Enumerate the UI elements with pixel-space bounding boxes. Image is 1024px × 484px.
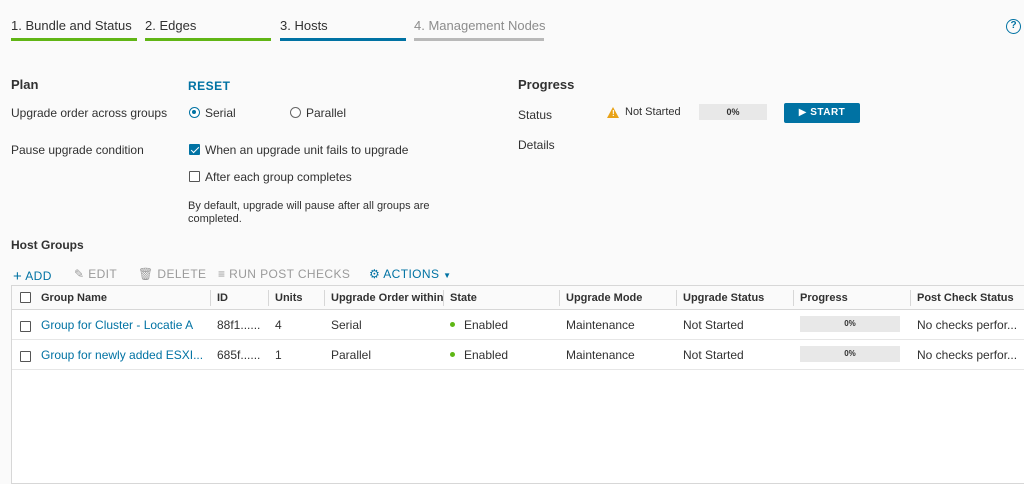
trash-icon: 🗑 bbox=[138, 267, 154, 281]
group-name-link[interactable]: Group for Cluster - Locatie A bbox=[35, 311, 210, 340]
pause-after-group-checkbox[interactable] bbox=[189, 171, 200, 182]
actions-button[interactable]: ⚙ ACTIONS ▼ bbox=[369, 267, 451, 281]
overall-progress-text: 0% bbox=[726, 107, 740, 117]
pause-condition-label: Pause upgrade condition bbox=[11, 143, 144, 157]
delete-button-label: DELETE bbox=[157, 267, 207, 281]
reset-button[interactable]: RESET bbox=[188, 79, 231, 93]
table-row[interactable]: Group for Cluster - Locatie A 88f1......… bbox=[12, 311, 1024, 340]
group-upgrade-status: Not Started bbox=[683, 348, 744, 362]
run-post-checks-button[interactable]: ≡ RUN POST CHECKS bbox=[218, 267, 350, 281]
start-button-label: START bbox=[810, 107, 846, 118]
status-label: Status bbox=[518, 108, 553, 122]
host-groups-grid: Group Name ID Units Upgrade Order within… bbox=[11, 285, 1024, 484]
group-state: Enabled bbox=[444, 311, 559, 340]
column-state[interactable]: State bbox=[444, 286, 559, 310]
plus-icon: + bbox=[13, 268, 23, 285]
checklist-icon: ≡ bbox=[218, 267, 226, 281]
tab-indicator bbox=[145, 38, 271, 41]
details-label: Details bbox=[518, 138, 555, 152]
question-circle-icon[interactable]: ? bbox=[1006, 19, 1021, 34]
actions-button-label: ACTIONS bbox=[383, 267, 440, 281]
group-mode: Maintenance bbox=[566, 348, 635, 362]
overall-progress-bar: 0% bbox=[699, 104, 767, 120]
column-progress[interactable]: Progress bbox=[794, 286, 910, 310]
tab-indicator bbox=[280, 38, 406, 41]
enabled-status-dot bbox=[450, 352, 455, 358]
plan-title: Plan bbox=[11, 77, 39, 92]
group-post-check-status: No checks perfor... bbox=[917, 318, 1018, 332]
parallel-radio[interactable] bbox=[290, 107, 301, 118]
group-id: 685f...... bbox=[217, 348, 261, 362]
pause-on-failure-label[interactable]: When an upgrade unit fails to upgrade bbox=[205, 143, 408, 157]
serial-radio-label[interactable]: Serial bbox=[205, 106, 236, 120]
group-state: Enabled bbox=[444, 341, 559, 370]
warning-triangle-icon: ! bbox=[607, 107, 619, 118]
group-post-check-status: No checks perfor... bbox=[917, 348, 1018, 362]
group-order: Serial bbox=[331, 318, 362, 332]
pause-on-failure-checkbox[interactable] bbox=[189, 144, 200, 155]
group-id: 88f1...... bbox=[217, 318, 261, 332]
group-units: 1 bbox=[275, 348, 282, 362]
group-progress-text: 0% bbox=[844, 349, 856, 358]
tab-indicator bbox=[414, 38, 544, 41]
tab-label: 4. Management Nodes bbox=[414, 18, 546, 33]
pause-after-group-label[interactable]: After each group completes bbox=[205, 170, 352, 184]
progress-title: Progress bbox=[518, 77, 575, 92]
column-upgrade-status[interactable]: Upgrade Status bbox=[677, 286, 793, 310]
edit-button[interactable]: ✎ EDIT bbox=[74, 267, 117, 281]
group-progress-bar: 0% bbox=[800, 316, 900, 332]
play-icon: ▶ bbox=[798, 107, 807, 118]
tab-edges[interactable]: 2. Edges bbox=[145, 18, 271, 42]
serial-radio[interactable] bbox=[189, 107, 200, 118]
add-button[interactable]: + ADD bbox=[13, 267, 52, 285]
add-button-label: ADD bbox=[25, 269, 52, 283]
upgrade-order-label: Upgrade order across groups bbox=[11, 106, 168, 120]
column-upgrade-order[interactable]: Upgrade Order within bbox=[325, 286, 443, 310]
pencil-icon: ✎ bbox=[74, 267, 85, 281]
delete-button[interactable]: 🗑 DELETE bbox=[138, 267, 206, 281]
select-all-checkbox[interactable] bbox=[20, 292, 31, 303]
host-groups-title: Host Groups bbox=[11, 238, 84, 252]
group-upgrade-status: Not Started bbox=[683, 318, 744, 332]
column-upgrade-mode[interactable]: Upgrade Mode bbox=[560, 286, 676, 310]
group-state-text: Enabled bbox=[464, 318, 509, 332]
table-row[interactable]: Group for newly added ESXI... 685f......… bbox=[12, 341, 1024, 370]
column-units[interactable]: Units bbox=[269, 286, 324, 310]
column-id[interactable]: ID bbox=[211, 286, 268, 310]
row-checkbox[interactable] bbox=[20, 351, 31, 362]
group-state-text: Enabled bbox=[464, 348, 509, 362]
tab-indicator bbox=[11, 38, 137, 41]
group-order: Parallel bbox=[331, 348, 372, 362]
pause-note: By default, upgrade will pause after all… bbox=[188, 200, 430, 225]
group-name-link[interactable]: Group for newly added ESXI... bbox=[35, 341, 210, 370]
parallel-radio-label[interactable]: Parallel bbox=[306, 106, 346, 120]
edit-button-label: EDIT bbox=[88, 267, 118, 281]
tab-hosts[interactable]: 3. Hosts bbox=[280, 18, 406, 42]
tab-label: 2. Edges bbox=[145, 18, 197, 33]
status-value: Not Started bbox=[625, 106, 681, 118]
group-progress-text: 0% bbox=[844, 319, 856, 328]
enabled-status-dot bbox=[450, 322, 455, 328]
gear-icon: ⚙ bbox=[369, 267, 381, 281]
group-progress-bar: 0% bbox=[800, 346, 900, 362]
tab-bundle-and-status[interactable]: 1. Bundle and Status bbox=[11, 18, 137, 42]
chevron-down-icon: ▼ bbox=[443, 271, 452, 280]
grid-header: Group Name ID Units Upgrade Order within… bbox=[12, 286, 1024, 310]
tab-label: 3. Hosts bbox=[280, 18, 328, 33]
column-post-check-status[interactable]: Post Check Status bbox=[911, 286, 1024, 310]
group-units: 4 bbox=[275, 318, 282, 332]
start-button[interactable]: ▶ START bbox=[784, 103, 860, 123]
run-post-checks-label: RUN POST CHECKS bbox=[229, 267, 351, 281]
tab-management-nodes[interactable]: 4. Management Nodes bbox=[414, 18, 546, 42]
row-checkbox[interactable] bbox=[20, 321, 31, 332]
group-mode: Maintenance bbox=[566, 318, 635, 332]
column-group-name[interactable]: Group Name bbox=[35, 286, 210, 310]
tab-label: 1. Bundle and Status bbox=[11, 18, 132, 33]
